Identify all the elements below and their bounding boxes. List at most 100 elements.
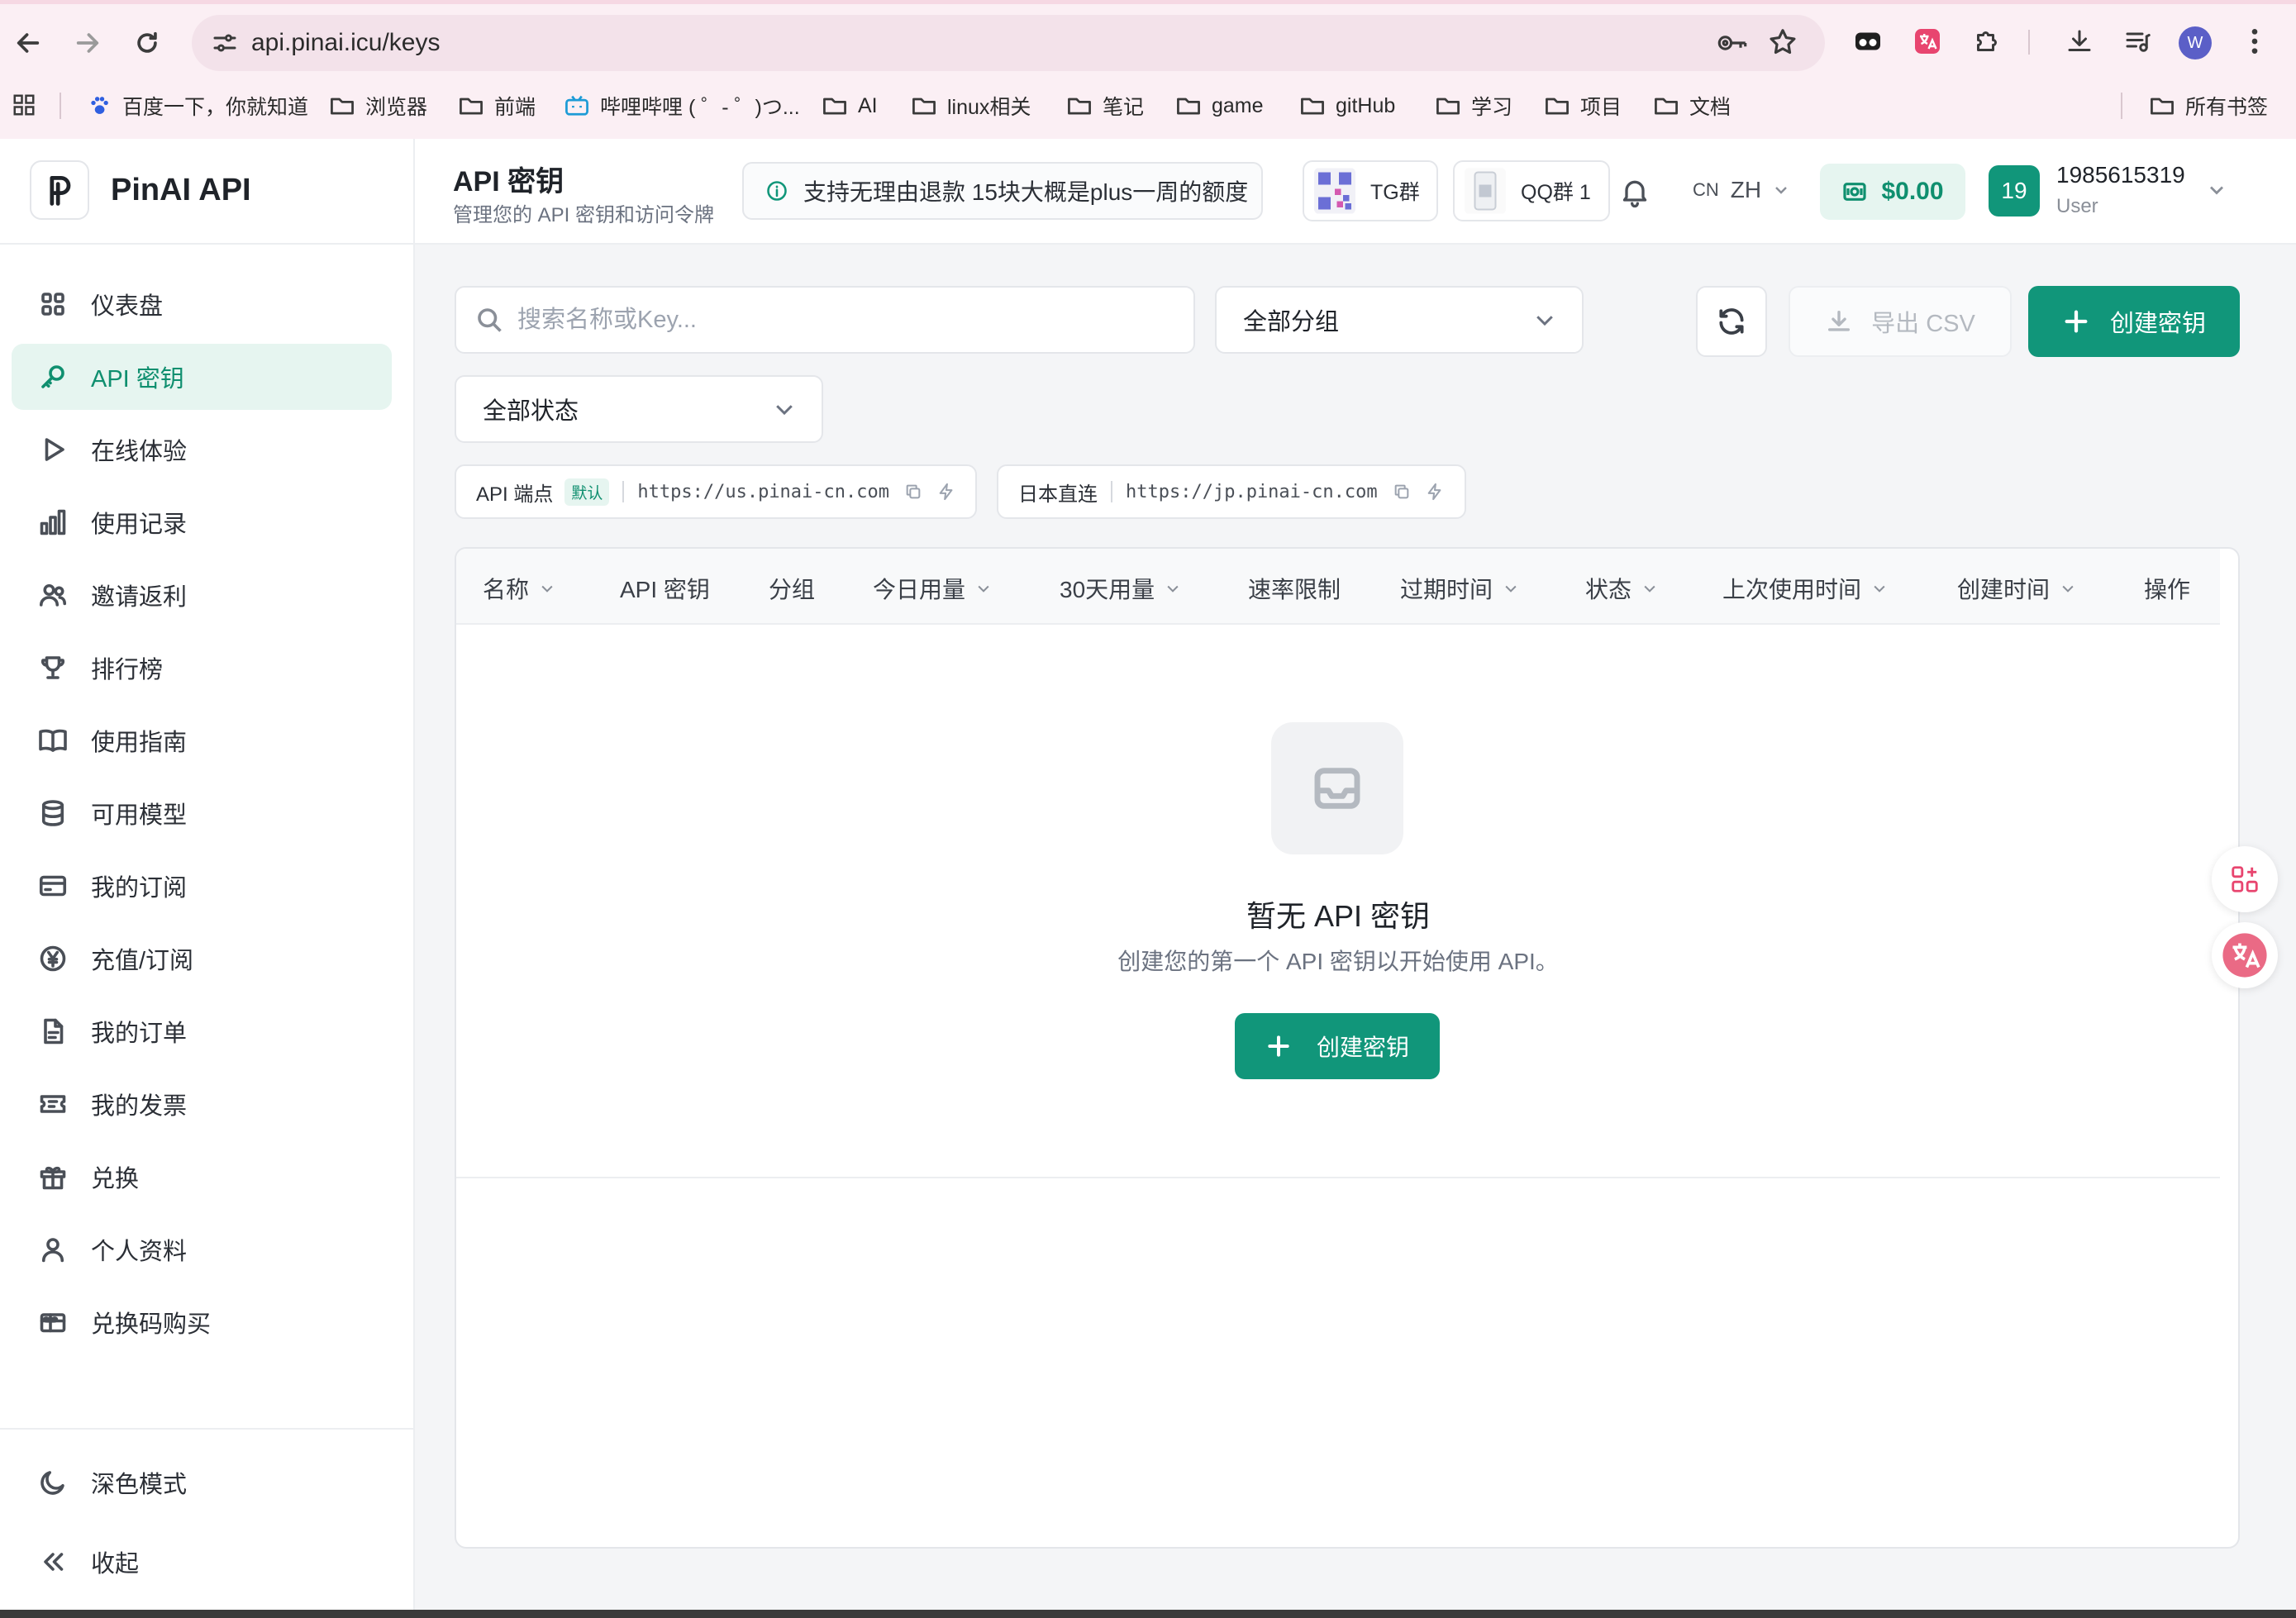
bookmark-folder-ai[interactable]: AI [822, 91, 878, 121]
sidebar-item-orders[interactable]: 我的订单 [12, 998, 392, 1064]
downloads-button[interactable] [2063, 25, 2096, 58]
notification-bell-icon[interactable] [1618, 175, 1651, 208]
bookmark-bilibili[interactable]: 哔哩哔哩 ( ゜- ゜)つ... [564, 91, 800, 121]
empty-state-create-button[interactable]: 创建密钥 [1235, 1013, 1440, 1079]
translate-extension-button[interactable] [1911, 25, 1944, 58]
copy-icon[interactable] [1393, 483, 1411, 501]
bookmark-folder-projects[interactable]: 项目 [1544, 91, 1622, 121]
column-header-actions: 操作 [2144, 572, 2190, 605]
sidebar-item-recharge[interactable]: 充值/订阅 [12, 926, 392, 992]
user-avatar[interactable]: 19 [1989, 165, 2040, 217]
sidebar-divider [0, 243, 413, 245]
sidebar-item-invoices[interactable]: 我的发票 [12, 1071, 392, 1137]
export-csv-label: 导出 CSV [1871, 311, 1975, 337]
password-key-icon[interactable] [1716, 28, 1749, 58]
bookmark-folder-linux[interactable]: linux相关 [911, 91, 1031, 121]
column-header-expiry[interactable]: 过期时间 [1400, 572, 1519, 605]
copy-icon[interactable] [904, 483, 922, 501]
sidebar-item-api-keys[interactable]: API 密钥 [12, 344, 392, 410]
column-header-created[interactable]: 创建时间 [1957, 572, 2076, 605]
sidebar-item-subscriptions[interactable]: 我的订阅 [12, 853, 392, 919]
address-bar[interactable]: api.pinai.icu/keys [192, 15, 1825, 71]
bookmark-label: 笔记 [1103, 96, 1145, 119]
column-label: 速率限制 [1248, 577, 1341, 602]
announcement-banner[interactable]: 支持无理由退款 15块大概是plus一周的额度 [742, 162, 1263, 220]
floating-translate-button[interactable] [2212, 922, 2278, 988]
folder-icon [1301, 98, 1324, 115]
browser-menu-icon[interactable] [2246, 25, 2263, 58]
tg-group-button[interactable]: TG群 [1303, 160, 1438, 221]
sidebar-item-redeem[interactable]: 兑换 [12, 1144, 392, 1210]
chevron-down-icon[interactable] [2205, 178, 2228, 202]
all-bookmarks[interactable]: 所有书签 [2149, 91, 2268, 121]
back-button[interactable] [7, 21, 50, 64]
sidebar-item-dashboard[interactable]: 仪表盘 [12, 271, 392, 337]
users-icon [39, 583, 67, 607]
site-settings-icon[interactable] [210, 28, 240, 58]
search-box[interactable] [455, 286, 1195, 354]
column-header-last-used[interactable]: 上次使用时间 [1722, 572, 1888, 605]
lightning-icon[interactable] [937, 483, 955, 501]
apps-grid-icon[interactable] [12, 93, 36, 117]
column-header-name[interactable]: 名称 [483, 572, 555, 605]
search-input[interactable] [517, 306, 1179, 334]
sidebar-item-playground[interactable]: 在线体验 [12, 416, 392, 483]
bookmark-star-icon[interactable] [1767, 26, 1798, 58]
bookmark-baidu[interactable]: 百度一下，你就知道 [86, 91, 308, 121]
lightning-icon[interactable] [1426, 483, 1444, 501]
sidebar-item-models[interactable]: 可用模型 [12, 780, 392, 846]
endpoint-url[interactable]: https://jp.pinai-cn.com [1126, 482, 1378, 502]
bookmark-folder-docs[interactable]: 文档 [1653, 91, 1731, 121]
bookmark-folder-game[interactable]: game [1175, 91, 1264, 121]
floating-apps-button[interactable] [2212, 846, 2278, 912]
sidebar-item-profile[interactable]: 个人资料 [12, 1216, 392, 1283]
status-filter-select[interactable]: 全部状态 [455, 375, 823, 443]
brand[interactable]: PinAI API [30, 160, 251, 220]
sidebar-item-label: 排行榜 [91, 657, 164, 683]
language-switcher[interactable]: CN ZH [1693, 177, 1791, 203]
user-name[interactable]: 1985615319 [2056, 162, 2185, 188]
sidebar-item-buy-codes[interactable]: 兑换码购买 [12, 1289, 392, 1355]
export-csv-button[interactable]: 导出 CSV [1789, 286, 2012, 357]
sidebar-item-guide[interactable]: 使用指南 [12, 707, 392, 773]
chevron-down-icon [1536, 316, 1553, 326]
bookmark-folder-notes[interactable]: 笔记 [1066, 91, 1144, 121]
refresh-button[interactable] [1696, 286, 1767, 357]
extension-1-button[interactable] [1851, 25, 1884, 58]
collapse-sidebar-button[interactable]: 收起 [12, 1529, 392, 1595]
sidebar-item-leaderboard[interactable]: 排行榜 [12, 635, 392, 701]
bookmark-folder-study[interactable]: 学习 [1435, 91, 1512, 121]
column-header-today-usage[interactable]: 今日用量 [873, 572, 992, 605]
extensions-button[interactable] [1970, 25, 2003, 58]
arrow-left-icon [17, 33, 40, 53]
profile-avatar[interactable]: W [2179, 26, 2212, 59]
sidebar-item-referral[interactable]: 邀请返利 [12, 562, 392, 628]
create-key-button[interactable]: 创建密钥 [2028, 286, 2240, 357]
plus-icon [2065, 310, 2088, 333]
bookmark-folder-frontend[interactable]: 前端 [458, 91, 536, 121]
sidebar-item-usage[interactable]: 使用记录 [12, 489, 392, 555]
refresh-icon [1719, 308, 1744, 335]
default-badge: 默认 [564, 478, 610, 506]
chevron-down-icon [2062, 585, 2074, 592]
qq-group-button[interactable]: QQ群 1 [1453, 160, 1610, 221]
bookmark-folder-browser[interactable]: 浏览器 [329, 91, 427, 121]
reload-button[interactable] [126, 21, 169, 64]
giftcard-icon [40, 1313, 66, 1333]
forward-button[interactable] [66, 21, 109, 64]
balance-badge[interactable]: $0.00 [1820, 164, 1965, 220]
url-text[interactable]: api.pinai.icu/keys [251, 29, 440, 57]
chevron-down-icon [541, 585, 553, 592]
endpoint-url[interactable]: https://us.pinai-cn.com [637, 482, 889, 502]
bar-chart-icon [40, 509, 66, 535]
group-filter-select[interactable]: 全部分组 [1215, 286, 1584, 354]
language-region: CN [1693, 179, 1719, 200]
bookmark-folder-github[interactable]: gitHub [1299, 91, 1395, 121]
top-header: API 密钥 管理您的 API 密钥和访问令牌 支持无理由退款 15块大概是pl… [415, 139, 2296, 245]
create-key-label: 创建密钥 [2109, 311, 2206, 337]
dark-mode-toggle[interactable]: 深色模式 [12, 1449, 392, 1516]
column-label: API 密钥 [620, 577, 710, 602]
media-button[interactable] [2121, 25, 2154, 58]
column-header-30d-usage[interactable]: 30天用量 [1060, 572, 1181, 605]
column-header-status[interactable]: 状态 [1585, 572, 1658, 605]
